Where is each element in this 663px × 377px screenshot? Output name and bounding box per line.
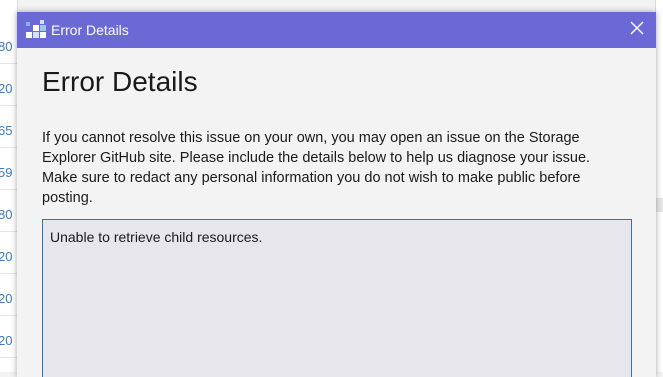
error-details-dialog: Error Details Error Details If you canno… [17,12,656,377]
list-item-value: 80 [0,207,13,222]
list-item[interactable]: 20 [0,73,18,106]
list-item-value: 59 [0,165,13,180]
dialog-window-title: Error Details [51,22,129,38]
storage-explorer-icon [26,20,46,40]
list-item-value: 20 [0,81,13,96]
list-item[interactable]: 20 [0,283,18,316]
error-details-textbox[interactable]: Unable to retrieve child resources. [42,219,632,377]
list-item[interactable]: 80 [0,199,18,232]
list-item-value: 20 [0,291,13,306]
list-item-value: 20 [0,333,13,348]
dialog-heading: Error Details [42,66,198,97]
close-button[interactable] [624,17,650,43]
dialog-content: Error Details If you cannot resolve this… [17,48,656,377]
list-item-value: 65 [0,123,13,138]
dialog-titlebar[interactable]: Error Details [17,12,656,48]
background-right-panel [655,0,663,372]
list-item[interactable]: 20 [0,325,18,358]
list-item[interactable]: 80 [0,31,18,64]
background-scroll-band [656,198,663,212]
list-item[interactable]: 59 [0,157,18,190]
list-item-value: 80 [0,39,13,54]
list-item[interactable]: 65 [0,115,18,148]
list-item[interactable]: 20 [0,241,18,274]
dialog-description: If you cannot resolve this issue on your… [42,130,591,206]
background-list-panel: 80 20 65 59 80 20 20 20 [0,0,18,372]
close-icon [630,21,644,40]
list-item-value: 20 [0,249,13,264]
